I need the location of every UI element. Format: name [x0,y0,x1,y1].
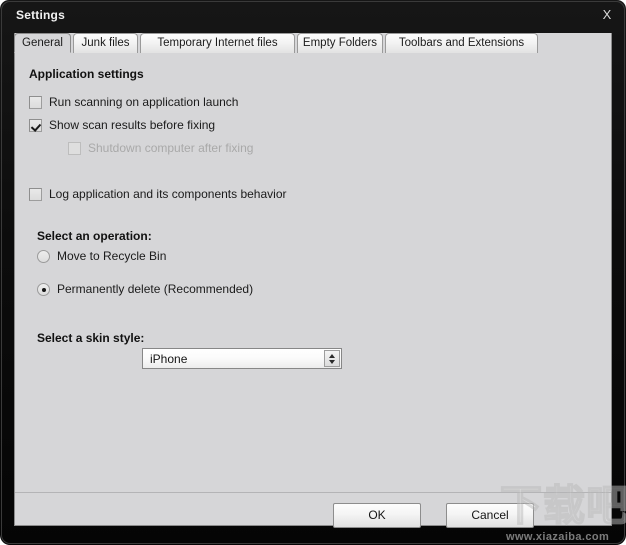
application-settings-heading: Application settings [29,67,144,81]
tab-empty-folders[interactable]: Empty Folders [297,33,383,53]
checkbox-label: Show scan results before fixing [49,118,216,132]
settings-dialog-window: Settings X General Junk files Temporary In… [0,0,626,545]
watermark-url-text: www.xiazaiba.com [506,531,610,543]
radio-selected-icon[interactable] [37,283,50,296]
checkbox-icon[interactable] [29,188,42,201]
cancel-button[interactable]: Cancel [446,503,534,528]
skin-style-spinner[interactable] [324,350,340,367]
radio-label: Move to Recycle Bin [57,249,167,263]
tab-toolbars-and-extensions[interactable]: Toolbars and Extensions [385,33,538,53]
skin-style-select[interactable]: iPhone [142,348,342,369]
skin-style-value: iPhone [150,352,188,366]
window-title: Settings [16,8,65,22]
checkbox-icon[interactable] [29,96,42,109]
radio-label: Permanently delete (Recommended) [57,282,254,296]
tab-general[interactable]: General [14,33,71,53]
checkbox-icon [68,142,81,155]
select-skin-style-heading: Select a skin style: [37,331,145,345]
tab-junk-files[interactable]: Junk files [73,33,138,53]
close-icon[interactable]: X [596,5,618,25]
checkbox-label: Log application and its components behav… [49,187,287,201]
checkbox-label: Shutdown computer after fixing [88,141,254,155]
tab-temporary-internet-files[interactable]: Temporary Internet files [140,33,295,53]
tab-strip: General Junk files Temporary Internet file… [14,33,612,53]
checkbox-label: Run scanning on application launch [49,95,239,109]
chevron-down-icon[interactable] [329,360,335,364]
title-bar[interactable]: Settings X [0,0,626,30]
select-operation-heading: Select an operation: [37,229,152,243]
chevron-up-icon[interactable] [329,354,335,358]
ok-button[interactable]: OK [333,503,421,528]
checkbox-checked-icon[interactable] [29,119,42,132]
radio-icon[interactable] [37,250,50,263]
footer-divider [15,492,611,493]
